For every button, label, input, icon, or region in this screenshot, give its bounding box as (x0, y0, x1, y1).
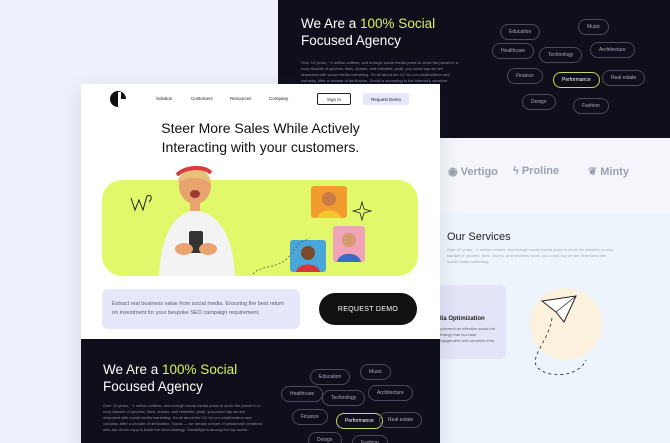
agency-section-front: We Are a 100% Social Focused Agency Over… (81, 339, 440, 443)
chip-design[interactable]: Design (522, 94, 556, 110)
chip-education[interactable]: Education (500, 24, 541, 40)
nav-resources[interactable]: Resources (230, 96, 252, 101)
chip-music[interactable]: Music (578, 19, 610, 35)
profile-photo-thumb-3 (333, 226, 365, 262)
agency-paragraph-front: Over 10 years, ~1 million coffees, and e… (103, 403, 263, 432)
nav-solution[interactable]: Solution (156, 96, 172, 101)
hero-title: Steer More Sales While Actively Interact… (161, 120, 360, 155)
agency-title: We Are a 100% Social Focused Agency (301, 16, 436, 48)
dashed-path-decoration (252, 237, 310, 275)
chip-fashion[interactable]: Fashion (573, 98, 609, 114)
sparkle-icon (351, 200, 373, 222)
chip-fashion-front[interactable]: Fashion (352, 435, 388, 443)
vertigo-icon: ◉ (448, 166, 458, 178)
chip-healthcare[interactable]: Healthcare (492, 43, 535, 59)
chip-real-estate-front[interactable]: Real estate (379, 412, 423, 428)
brand-logo-icon (110, 91, 126, 107)
chip-performance[interactable]: Performance (553, 72, 600, 88)
chip-education-front[interactable]: Education (310, 369, 351, 385)
logo-minty: ❦ Minty (588, 165, 629, 179)
chip-real-estate[interactable]: Real estate (602, 70, 646, 86)
chip-performance-front[interactable]: Performance (336, 413, 383, 429)
chip-architecture[interactable]: Architecture (590, 42, 635, 58)
chip-music-front[interactable]: Music (360, 364, 392, 380)
sign-in-button[interactable]: Sign In (317, 93, 351, 105)
foreground-landing-page: Solution Customers Resources Company Sig… (81, 84, 440, 443)
chip-technology[interactable]: Technology (539, 47, 583, 63)
paper-plane-icon (534, 295, 587, 376)
chip-technology-front[interactable]: Technology (322, 390, 366, 406)
nav-customers[interactable]: Customers (191, 96, 213, 101)
top-navigation: Solution Customers Resources Company Sig… (81, 84, 440, 114)
request-demo-nav-button[interactable]: Request Demo (363, 93, 409, 105)
chip-healthcare-front[interactable]: Healthcare (281, 386, 324, 402)
cta-description: Extract real business value from social … (112, 301, 285, 316)
chip-finance[interactable]: Finance (507, 68, 543, 84)
chip-design-front[interactable]: Design (308, 432, 342, 443)
lightning-icon: ϟ (513, 165, 519, 177)
request-demo-button[interactable]: REQUEST DEMO (319, 293, 417, 325)
service-card-title: dia Optimization (438, 316, 485, 322)
profile-photo-thumb-1 (311, 186, 347, 218)
logo-vertigo: ◉ Vertigo (448, 165, 498, 179)
services-title: Our Services (447, 231, 511, 243)
service-card-text: mplement an effective social ent strateg… (438, 326, 496, 343)
chip-architecture-front[interactable]: Architecture (368, 385, 413, 401)
logo-proline: ϟ Proline (513, 165, 560, 177)
cta-description-box: Extract real business value from social … (102, 289, 300, 329)
leaf-icon: ❦ (588, 166, 598, 178)
nav-company[interactable]: Company (269, 96, 288, 101)
woman-with-phone-illustration (159, 166, 235, 276)
agency-title-front: We Are a 100% Social Focused Agency (103, 362, 238, 394)
services-paragraph: Over 10 years, ~1 million coffees, and e… (447, 247, 614, 264)
chip-finance-front[interactable]: Finance (292, 409, 328, 425)
